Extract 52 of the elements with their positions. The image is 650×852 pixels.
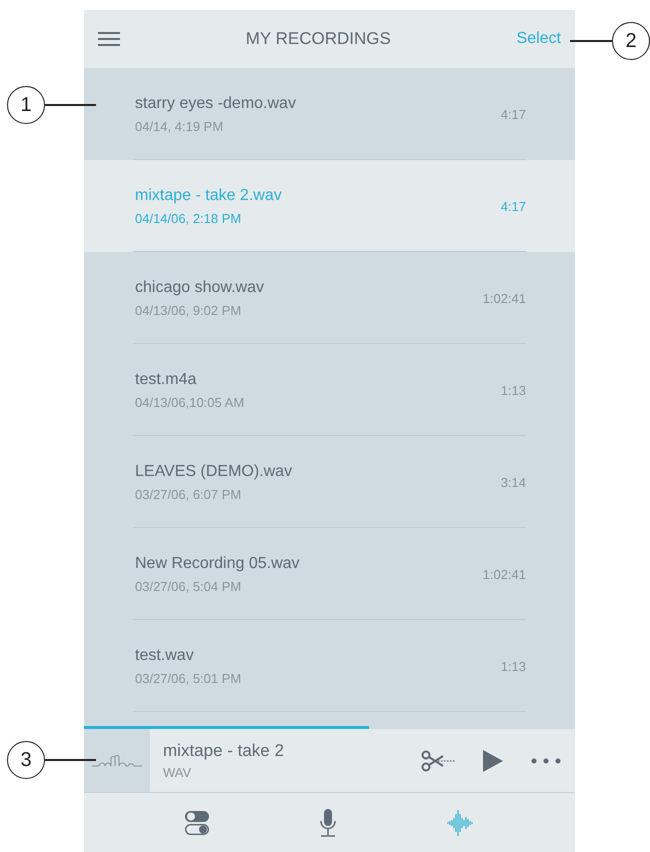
menu-button[interactable]: [98, 31, 120, 47]
recording-duration: 4:17: [500, 106, 526, 122]
recording-row[interactable]: mixtape - take 2.wav 04/14/06, 2:18 PM 4:17: [84, 160, 575, 252]
recording-duration: 3:14: [500, 474, 526, 490]
recording-date: 03/27/06, 6:07 PM: [135, 486, 242, 502]
play-button[interactable]: [483, 750, 503, 772]
waveform-icon: [446, 808, 476, 836]
recording-name: New Recording 05.wav: [135, 554, 301, 572]
microphone-icon: [318, 808, 336, 836]
nav-tab[interactable]: [184, 810, 210, 836]
nav-tab[interactable]: [318, 808, 336, 836]
file-format: WAV: [163, 765, 192, 780]
leader-line: [45, 104, 96, 106]
select-button[interactable]: Select: [516, 30, 561, 48]
recording-date: 04/13/06, 9:02 PM: [135, 302, 242, 318]
recording-date: 03/27/06, 5:01 PM: [135, 670, 242, 686]
recording-row[interactable]: starry eyes -demo.wav 04/14, 4:19 PM 4:17: [84, 68, 575, 160]
waveform-sketch-icon: [92, 754, 142, 768]
recording-name: test.wav: [135, 646, 195, 664]
recording-row[interactable]: test.wav 03/27/06, 5:01 PM 1:13: [84, 620, 575, 712]
screen-title: MY RECORDINGS: [244, 29, 392, 49]
more-icon: [531, 758, 561, 764]
recording-row[interactable]: New Recording 05.wav 03/27/06, 5:04 PM 1:02:41: [84, 528, 575, 620]
recording-row[interactable]: chicago show.wav 04/13/06, 9:02 PM 1:02:41: [84, 252, 575, 344]
recording-duration: 1:13: [500, 382, 526, 398]
callout-number: 2: [612, 22, 650, 60]
leader-line: [570, 40, 612, 42]
callout-number: 1: [7, 86, 45, 124]
leader-line: [45, 759, 96, 761]
recording-date: 04/13/06,10:05 AM: [135, 394, 246, 410]
recording-name: starry eyes -demo.wav: [135, 94, 297, 112]
recording-name: chicago show.wav: [135, 278, 265, 296]
recording-duration: 1:02:41: [482, 566, 526, 582]
menu-icon: [98, 31, 120, 47]
now-playing-title: mixtape - take 2: [163, 741, 285, 761]
recording-date: 03/27/06, 5:04 PM: [135, 578, 242, 594]
recording-duration: 1:02:41: [482, 290, 526, 306]
recording-name: LEAVES (DEMO).wav: [135, 462, 294, 480]
recording-duration: 4:17: [500, 198, 526, 214]
recording-name: test.m4a: [135, 370, 198, 388]
recording-date: 04/14, 4:19 PM: [135, 118, 224, 134]
trim-button[interactable]: [421, 750, 455, 772]
recording-duration: 1:13: [500, 658, 526, 674]
recording-row[interactable]: test.m4a 04/13/06,10:05 AM 1:13: [84, 344, 575, 436]
more-button[interactable]: [531, 758, 561, 764]
play-icon: [483, 750, 503, 772]
toggles-icon: [184, 810, 210, 836]
recording-name: mixtape - take 2.wav: [135, 186, 283, 204]
scissors-icon: [421, 750, 455, 772]
recording-row[interactable]: LEAVES (DEMO).wav 03/27/06, 6:07 PM 3:14: [84, 436, 575, 528]
recording-date: 04/14/06, 2:18 PM: [135, 210, 242, 226]
callout-number: 3: [7, 741, 45, 779]
